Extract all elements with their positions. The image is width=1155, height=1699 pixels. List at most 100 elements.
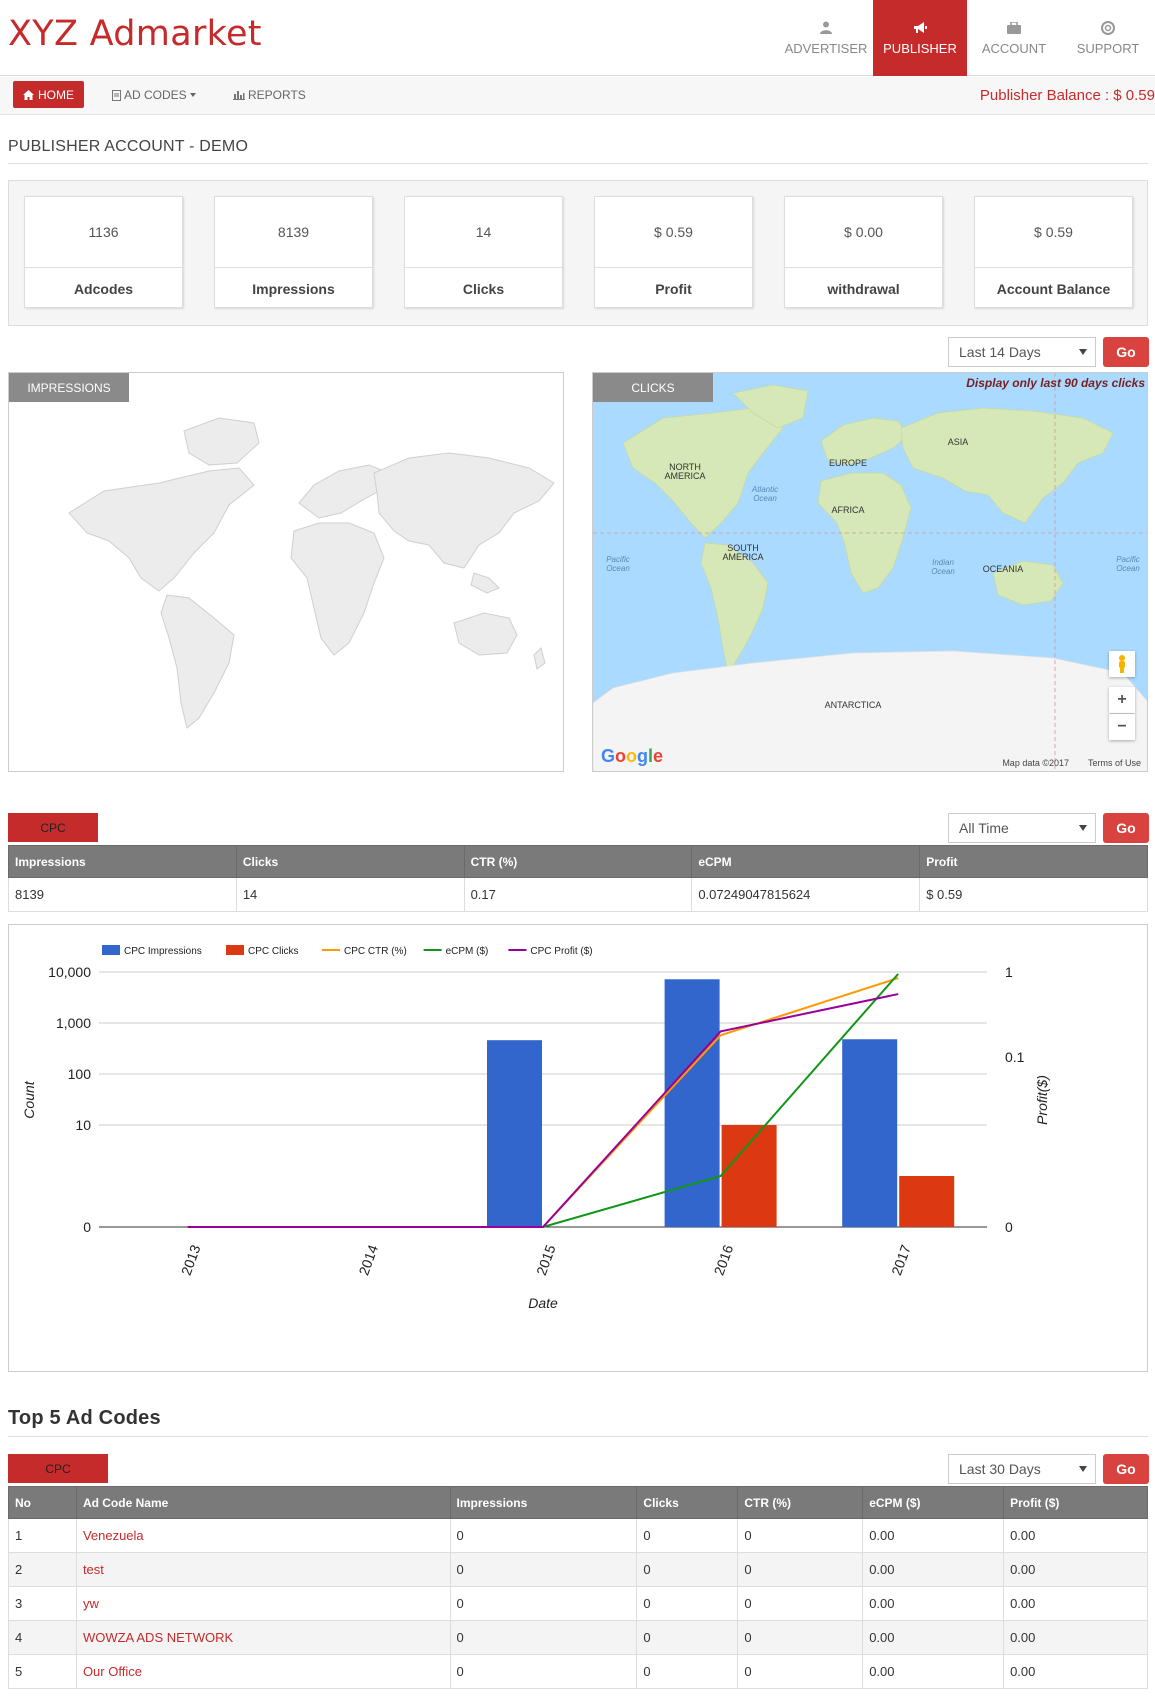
table-row: 1 Venezuela 0 0 0 0.00 0.00 bbox=[8, 1518, 1148, 1553]
col-ecpm: eCPM bbox=[691, 845, 921, 878]
top5-title: Top 5 Ad Codes bbox=[8, 1407, 161, 1429]
col-ad-code-name: Ad Code Name bbox=[75, 1486, 451, 1519]
street-view-pegman[interactable] bbox=[1109, 651, 1135, 677]
top5-divider bbox=[8, 1436, 1148, 1437]
map-go-button[interactable]: Go bbox=[1103, 337, 1149, 367]
nav-advertiser[interactable]: ADVERTISER bbox=[779, 0, 873, 76]
cell-clicks: 0 bbox=[636, 1620, 739, 1655]
map-label-atlantic: Atlantic bbox=[751, 485, 778, 494]
cpc-combo-chart[interactable]: 10,0001,00010010010.10Count Profit($)Date… bbox=[9, 925, 1147, 1371]
legend-label: CPC Impressions bbox=[124, 946, 202, 957]
ad-code-link[interactable]: Our Office bbox=[83, 1664, 142, 1679]
cell-no: 2 bbox=[8, 1552, 77, 1587]
zoom-out-button[interactable]: − bbox=[1109, 714, 1135, 740]
impressions-tab[interactable]: IMPRESSIONS bbox=[9, 373, 129, 402]
cell-impressions: 0 bbox=[449, 1552, 638, 1587]
heading-divider bbox=[8, 163, 1148, 164]
map-label-pacific-right: Pacific bbox=[1116, 555, 1140, 564]
user-icon bbox=[819, 21, 833, 35]
page-title: PUBLISHER ACCOUNT - DEMO bbox=[8, 138, 249, 155]
col-profit: Profit ($) bbox=[1003, 1486, 1148, 1519]
col-impressions: Impressions bbox=[8, 845, 237, 878]
nav-support[interactable]: SUPPORT bbox=[1061, 0, 1155, 76]
nav-publisher[interactable]: PUBLISHER bbox=[873, 0, 967, 76]
cell-clicks: 0 bbox=[636, 1552, 739, 1587]
map-data-credit: Map data ©2017 bbox=[1002, 758, 1069, 768]
code-file-icon bbox=[112, 89, 121, 101]
ad-code-link[interactable]: Venezuela bbox=[83, 1528, 144, 1543]
col-ctr: CTR (%) bbox=[463, 845, 693, 878]
legend-label: CPC Clicks bbox=[248, 946, 299, 957]
zoom-in-button[interactable]: + bbox=[1109, 687, 1135, 713]
cell-ctr: 0.17 bbox=[463, 877, 693, 912]
pegman-icon bbox=[1119, 655, 1125, 673]
cell-profit: 0.00 bbox=[1003, 1586, 1148, 1621]
top-header: XYZ Admarket ADVERTISER PUBLISHER ACCOUN… bbox=[0, 0, 1155, 76]
cpc-range-value: All Time bbox=[959, 820, 1009, 836]
ad-codes-dropdown[interactable]: AD CODES bbox=[112, 83, 196, 107]
brand-logo[interactable]: XYZ Admarket bbox=[8, 14, 262, 54]
cell-ecpm: 0.00 bbox=[862, 1518, 1005, 1553]
cell-impressions: 0 bbox=[449, 1518, 638, 1553]
col-ecpm: eCPM ($) bbox=[862, 1486, 1005, 1519]
clicks-map-panel: CLICKS Display only last 90 days clicks … bbox=[592, 372, 1148, 772]
col-profit: Profit bbox=[919, 845, 1148, 878]
map-label-indian-2: Ocean bbox=[931, 567, 955, 576]
nav-account[interactable]: ACCOUNT bbox=[967, 0, 1061, 76]
bar-cpc-clicks bbox=[721, 1125, 777, 1227]
y-axis-title: Count bbox=[21, 1080, 37, 1118]
google-logo: Google bbox=[601, 746, 664, 766]
map-range-select[interactable]: Last 14 Days bbox=[948, 337, 1096, 367]
top5-cpc-tab[interactable]: CPC bbox=[8, 1454, 108, 1483]
clicks-tab[interactable]: CLICKS bbox=[593, 373, 713, 402]
stat-value: $ 0.00 bbox=[785, 197, 942, 268]
y-tick-label: 0 bbox=[83, 1219, 91, 1235]
top5-range-value: Last 30 Days bbox=[959, 1461, 1041, 1477]
x-tick-label: 2017 bbox=[888, 1242, 914, 1277]
stat-card-clicks: 14 Clicks bbox=[404, 196, 563, 308]
top5-range-select[interactable]: Last 30 Days bbox=[948, 1454, 1096, 1484]
ad-codes-label: AD CODES bbox=[124, 88, 187, 102]
bar-cpc-impressions bbox=[842, 1039, 898, 1227]
bar-chart-icon bbox=[233, 90, 245, 100]
cpc-go-button[interactable]: Go bbox=[1103, 813, 1149, 843]
terms-of-use-link[interactable]: Terms of Use bbox=[1088, 758, 1141, 768]
cell-ecpm: 0.00 bbox=[862, 1620, 1005, 1655]
top5-go-button[interactable]: Go bbox=[1103, 1454, 1149, 1484]
select-caret-icon bbox=[1079, 1466, 1087, 1472]
home-button[interactable]: HOME bbox=[13, 81, 84, 108]
stats-panel: 1136 Adcodes 8139 Impressions 14 Clicks … bbox=[8, 180, 1148, 326]
stat-value: $ 0.59 bbox=[975, 197, 1132, 268]
briefcase-icon bbox=[1007, 21, 1021, 35]
ad-code-link[interactable]: WOWZA ADS NETWORK bbox=[83, 1630, 233, 1645]
cpc-tab[interactable]: CPC bbox=[8, 813, 98, 842]
cell-ecpm: 0.07249047815624 bbox=[691, 877, 921, 912]
map-label-pacific-left-2: Ocean bbox=[606, 564, 630, 573]
ad-code-link[interactable]: test bbox=[83, 1562, 104, 1577]
clicks-world-map[interactable]: NORTH AMERICA SOUTH AMERICA EUROPE ASIA … bbox=[593, 373, 1148, 772]
cell-clicks: 0 bbox=[636, 1586, 739, 1621]
x-tick-label: 2013 bbox=[178, 1242, 204, 1277]
stat-value: $ 0.59 bbox=[595, 197, 752, 268]
top5-table: No Ad Code Name Impressions Clicks CTR (… bbox=[8, 1486, 1148, 1689]
table-row: 2 test 0 0 0 0.00 0.00 bbox=[8, 1552, 1148, 1587]
cell-profit: 0.00 bbox=[1003, 1518, 1148, 1553]
map-note: Display only last 90 days clicks bbox=[966, 376, 1145, 390]
stat-label: Impressions bbox=[252, 281, 335, 297]
cell-profit: 0.00 bbox=[1003, 1620, 1148, 1655]
stat-value: 8139 bbox=[215, 197, 372, 268]
col-impressions: Impressions bbox=[449, 1486, 638, 1519]
nav-support-label: SUPPORT bbox=[1076, 40, 1140, 56]
top-nav: ADVERTISER PUBLISHER ACCOUNT SUPPORT bbox=[779, 0, 1155, 76]
nav-publisher-label: PUBLISHER bbox=[883, 40, 957, 56]
publisher-balance: Publisher Balance : $ 0.59 bbox=[979, 87, 1155, 104]
reports-link[interactable]: REPORTS bbox=[233, 83, 306, 107]
x-tick-label: 2014 bbox=[355, 1242, 381, 1277]
stat-card-impressions: 8139 Impressions bbox=[214, 196, 373, 308]
ad-code-link[interactable]: yw bbox=[83, 1596, 99, 1611]
cpc-range-select[interactable]: All Time bbox=[948, 813, 1096, 843]
table-row: 8139 14 0.17 0.07249047815624 $ 0.59 bbox=[8, 877, 1148, 912]
impressions-world-map[interactable] bbox=[9, 373, 564, 772]
cell-no: 5 bbox=[8, 1654, 77, 1689]
col-ctr: CTR (%) bbox=[737, 1486, 864, 1519]
